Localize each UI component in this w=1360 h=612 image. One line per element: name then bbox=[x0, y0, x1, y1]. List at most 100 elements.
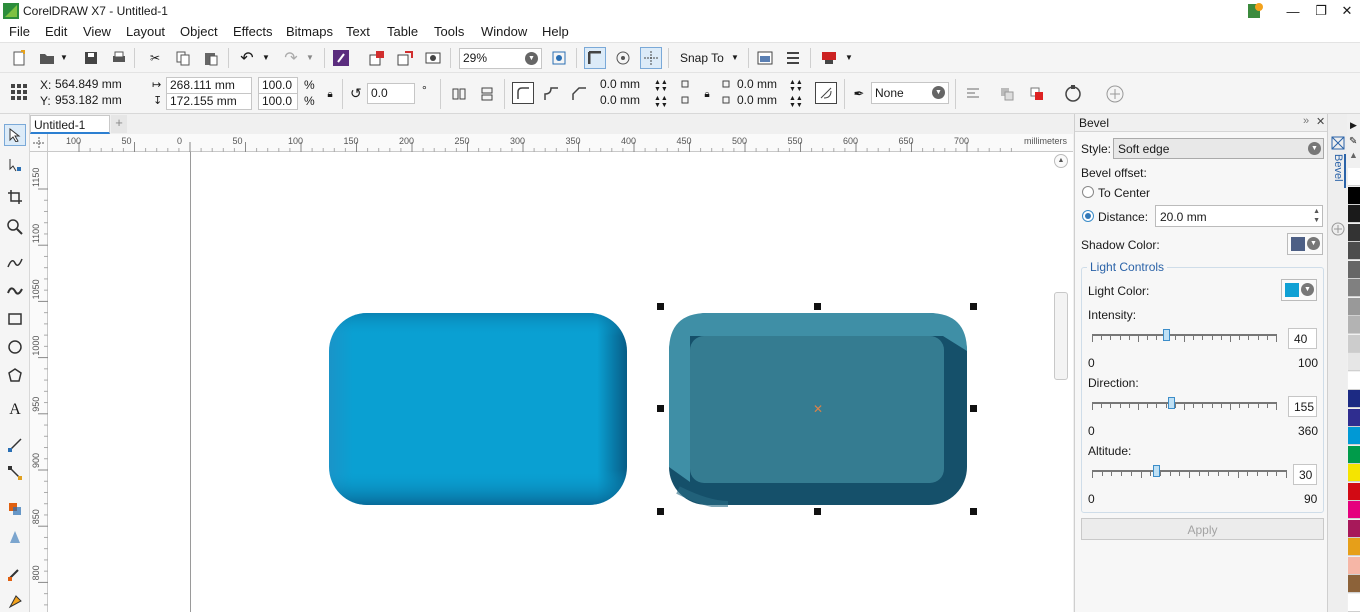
rectangle-tool-icon[interactable] bbox=[4, 308, 26, 330]
to-back-icon[interactable] bbox=[1026, 83, 1048, 105]
altitude-slider[interactable] bbox=[1092, 465, 1287, 482]
selection-handle-ne[interactable] bbox=[970, 303, 977, 310]
palette-swatch[interactable] bbox=[1348, 427, 1360, 445]
artistic-media-tool-icon[interactable] bbox=[4, 280, 26, 302]
center-marker-icon[interactable]: ✕ bbox=[813, 402, 823, 416]
style-dropdown[interactable]: Soft edge ▼ bbox=[1113, 138, 1324, 159]
application-launcher-icon[interactable] bbox=[782, 47, 804, 69]
distance-radio[interactable] bbox=[1082, 210, 1094, 222]
chevron-down-icon[interactable]: ▼ bbox=[932, 86, 945, 99]
bevel-rectangle-soft[interactable] bbox=[328, 312, 628, 507]
selection-handle-e[interactable] bbox=[970, 405, 977, 412]
close-icon[interactable]: ✕ bbox=[1332, 1, 1360, 21]
pick-tool-icon[interactable] bbox=[4, 124, 26, 146]
object-properties-tab-icon[interactable] bbox=[1331, 136, 1345, 150]
selection-handle-n[interactable] bbox=[814, 303, 821, 310]
light-color-picker[interactable]: ▼ bbox=[1281, 279, 1317, 301]
menu-object[interactable]: Object bbox=[177, 24, 221, 39]
direction-value-field[interactable]: 155 bbox=[1288, 396, 1317, 417]
mirror-horizontal-icon[interactable] bbox=[448, 83, 470, 105]
publish-pdf-icon[interactable] bbox=[422, 47, 444, 69]
save-icon[interactable] bbox=[80, 47, 102, 69]
redo-dropdown-icon[interactable]: ▼ bbox=[306, 53, 314, 62]
shape-tool-icon[interactable] bbox=[4, 154, 26, 176]
y-position-field[interactable]: 953.182 mm bbox=[52, 93, 138, 110]
show-rulers-icon[interactable] bbox=[584, 47, 606, 69]
outline-width-combo[interactable]: None ▼ bbox=[871, 82, 949, 104]
drawing-canvas[interactable]: ✕ ▲ bbox=[48, 152, 1073, 612]
palette-swatch[interactable] bbox=[1348, 519, 1360, 538]
palette-swatch[interactable] bbox=[1348, 279, 1360, 297]
round-corner-icon[interactable] bbox=[512, 82, 534, 104]
undo-icon[interactable]: ↶ bbox=[236, 47, 258, 69]
palette-scroll-up-icon[interactable]: ▲ bbox=[1349, 150, 1358, 160]
minimize-icon[interactable]: — bbox=[1278, 1, 1308, 21]
menu-tools[interactable]: Tools bbox=[431, 24, 467, 39]
spinner-icon[interactable]: ▲▲ ▼▼ bbox=[789, 95, 803, 109]
altitude-value-field[interactable]: 30 bbox=[1293, 464, 1317, 485]
palette-swatch[interactable] bbox=[1348, 353, 1360, 371]
to-front-icon[interactable] bbox=[996, 83, 1018, 105]
palette-swatch[interactable] bbox=[1348, 371, 1360, 390]
spinner-icon[interactable]: ▲▲ ▼▼ bbox=[789, 79, 803, 93]
spinner-icon[interactable]: ▲▲ ▼▼ bbox=[654, 95, 668, 109]
show-guidelines-icon[interactable] bbox=[640, 47, 662, 69]
open-dropdown-icon[interactable]: ▼ bbox=[60, 53, 68, 62]
copy-icon[interactable] bbox=[172, 47, 194, 69]
menu-help[interactable]: Help bbox=[539, 24, 572, 39]
drop-shadow-tool-icon[interactable] bbox=[4, 498, 26, 520]
corner-link-right-icon[interactable] bbox=[714, 80, 736, 104]
intensity-slider-thumb[interactable] bbox=[1162, 329, 1170, 341]
export-icon[interactable] bbox=[394, 47, 416, 69]
object-origin-icon[interactable] bbox=[8, 81, 30, 103]
add-docker-icon[interactable] bbox=[1331, 222, 1345, 236]
palette-swatch[interactable] bbox=[1348, 168, 1360, 186]
x-position-field[interactable]: 564.849 mm bbox=[52, 77, 138, 94]
paste-icon[interactable] bbox=[200, 47, 222, 69]
search-content-icon[interactable] bbox=[330, 47, 352, 69]
zoom-level-combo[interactable]: 29% ▼ bbox=[459, 48, 542, 69]
object-width-field[interactable]: 268.111 mm bbox=[166, 77, 252, 94]
palette-swatch[interactable] bbox=[1348, 556, 1360, 575]
palette-flyout-icon[interactable]: ✎ bbox=[1349, 136, 1357, 147]
palette-swatch[interactable] bbox=[1348, 316, 1360, 334]
palette-swatch[interactable] bbox=[1348, 482, 1360, 501]
ruler-origin-icon[interactable] bbox=[30, 134, 48, 152]
selection-handle-sw[interactable] bbox=[657, 508, 664, 515]
lock-ratio-icon[interactable]: 🔒︎ bbox=[319, 83, 341, 105]
corner-link-icon[interactable] bbox=[676, 80, 698, 104]
undo-dropdown-icon[interactable]: ▼ bbox=[262, 53, 270, 62]
scale-width-field[interactable]: 100.0 bbox=[258, 77, 298, 94]
menu-text[interactable]: Text bbox=[343, 24, 373, 39]
docker-expand-icon[interactable]: » bbox=[1303, 115, 1309, 127]
show-grid-icon[interactable] bbox=[612, 47, 634, 69]
spinner-icon[interactable]: ▲ ▼ bbox=[1313, 207, 1320, 225]
transparency-tool-icon[interactable] bbox=[4, 526, 26, 548]
palette-swatch[interactable] bbox=[1348, 334, 1360, 353]
palette-swatch[interactable] bbox=[1348, 297, 1360, 316]
polygon-tool-icon[interactable] bbox=[4, 364, 26, 386]
selection-handle-nw[interactable] bbox=[657, 303, 664, 310]
new-document-icon[interactable] bbox=[8, 47, 30, 69]
palette-scroll-right-icon[interactable]: ▶ bbox=[1350, 120, 1357, 131]
welcome-screen-icon[interactable] bbox=[818, 47, 840, 69]
direction-slider[interactable] bbox=[1092, 397, 1277, 414]
text-wrap-icon[interactable] bbox=[962, 83, 984, 105]
cut-icon[interactable]: ✂ bbox=[144, 47, 166, 69]
redo-icon[interactable]: ↷ bbox=[280, 47, 302, 69]
menu-bitmaps[interactable]: Bitmaps bbox=[283, 24, 336, 39]
direction-slider-thumb[interactable] bbox=[1168, 397, 1176, 409]
ellipse-tool-icon[interactable] bbox=[4, 336, 26, 358]
scroll-up-icon[interactable]: ▲ bbox=[1054, 154, 1068, 168]
corner-radius-top-left[interactable]: 0.0 mm bbox=[597, 77, 653, 94]
distance-field[interactable]: 20.0 mm ▲ ▼ bbox=[1155, 205, 1323, 227]
palette-swatch[interactable] bbox=[1348, 205, 1360, 223]
relative-corner-scaling-icon[interactable] bbox=[815, 82, 837, 104]
palette-swatch[interactable] bbox=[1348, 223, 1360, 242]
options-icon[interactable] bbox=[754, 47, 776, 69]
connector-tool-icon[interactable] bbox=[4, 462, 26, 484]
account-icon[interactable] bbox=[1246, 2, 1264, 20]
text-tool-icon[interactable]: A bbox=[4, 399, 26, 421]
palette-swatch[interactable] bbox=[1348, 538, 1360, 556]
intensity-slider[interactable] bbox=[1092, 329, 1277, 346]
